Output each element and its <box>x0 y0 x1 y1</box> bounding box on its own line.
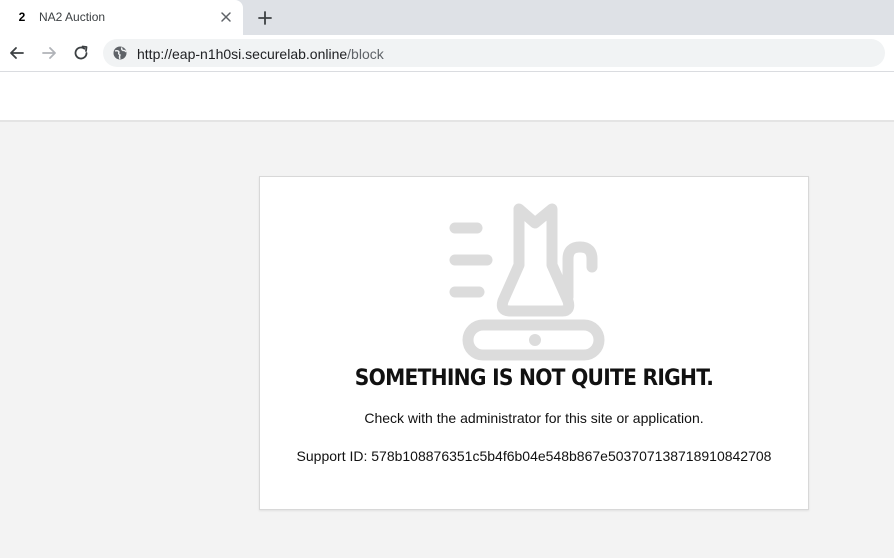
browser-toolbar: http://eap-n1h0si.securelab.online/block <box>0 35 894 72</box>
block-message: Check with the administrator for this si… <box>364 410 704 426</box>
speeding-cat-icon <box>444 197 624 367</box>
browser-tab[interactable]: 2 NA2 Auction <box>0 0 243 35</box>
support-id: Support ID: 578b108876351c5b4f6b04e548b8… <box>296 448 772 464</box>
tab-favicon-icon: 2 <box>18 10 26 24</box>
block-card: SOMETHING IS NOT QUITE RIGHT. Check with… <box>259 176 809 510</box>
reload-icon[interactable] <box>71 43 91 63</box>
block-headline: SOMETHING IS NOT QUITE RIGHT. <box>354 366 714 391</box>
page-header-band <box>0 72 894 122</box>
tab-strip: 2 NA2 Auction <box>0 0 894 35</box>
url-host: http://eap-n1h0si.securelab.online <box>137 46 348 62</box>
address-bar[interactable]: http://eap-n1h0si.securelab.online/block <box>103 39 885 67</box>
back-arrow-icon[interactable] <box>7 43 27 63</box>
url-path: /block <box>347 46 384 62</box>
url-text: http://eap-n1h0si.securelab.online/block <box>137 46 384 62</box>
globe-icon[interactable] <box>112 45 128 61</box>
forward-arrow-icon[interactable] <box>39 43 59 63</box>
close-icon[interactable] <box>218 9 234 25</box>
plus-icon[interactable] <box>255 8 275 28</box>
tab-title: NA2 Auction <box>39 10 106 24</box>
